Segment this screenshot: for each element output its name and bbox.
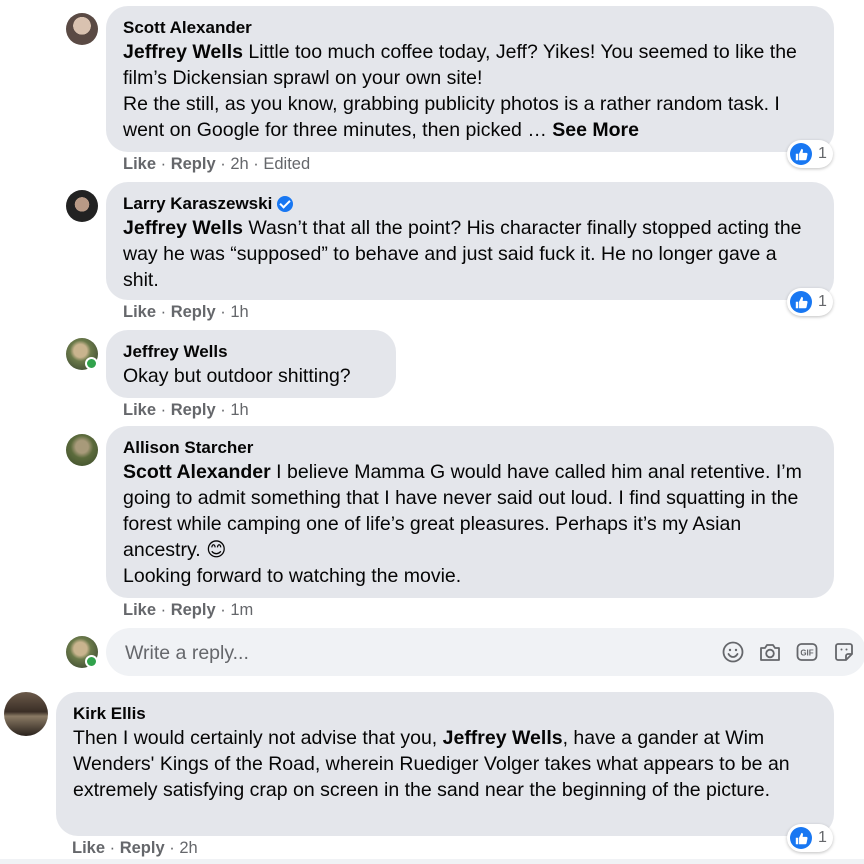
comment-bubble: Allison Starcher Scott Alexander I belie… — [106, 426, 834, 598]
comment-author-name[interactable]: Larry Karaszewski — [123, 193, 272, 215]
reaction-number: 1 — [818, 145, 827, 162]
like-button[interactable]: Like — [123, 155, 156, 173]
comment-author[interactable]: Jeffrey Wells — [123, 341, 379, 363]
reply-button[interactable]: Reply — [171, 303, 216, 321]
thumbs-up-icon — [790, 827, 812, 849]
comment-meta: Like · Reply · 2h · Edited — [123, 155, 311, 173]
like-button[interactable]: Like — [123, 303, 156, 321]
comment-author: Larry Karaszewski — [123, 193, 817, 215]
timestamp[interactable]: 1m — [230, 601, 253, 619]
reaction-count[interactable]: 1 — [787, 288, 833, 316]
reaction-number: 1 — [818, 829, 827, 846]
camera-icon[interactable] — [758, 640, 782, 664]
like-button[interactable]: Like — [123, 401, 156, 419]
online-status-icon — [85, 357, 98, 370]
comment-text: Jeffrey Wells Wasn’t that all the point?… — [123, 215, 817, 293]
svg-text:GIF: GIF — [800, 649, 813, 658]
reply-button[interactable]: Reply — [171, 401, 216, 419]
comment-body: Then I would certainly not advise that y… — [73, 727, 443, 749]
gif-icon[interactable]: GIF — [795, 640, 819, 664]
avatar[interactable] — [66, 13, 98, 45]
comment-author[interactable]: Allison Starcher — [123, 437, 817, 459]
sticker-icon[interactable] — [832, 640, 856, 664]
reply-button[interactable]: Reply — [171, 155, 216, 173]
comment-text: Then I would certainly not advise that y… — [73, 725, 817, 803]
comment-text: Scott Alexander I believe Mamma G would … — [123, 459, 817, 589]
timestamp[interactable]: 2h — [179, 839, 197, 857]
reply-button[interactable]: Reply — [120, 839, 165, 857]
like-button[interactable]: Like — [123, 601, 156, 619]
comment-text: Okay but outdoor shitting? — [123, 365, 351, 387]
reply-input[interactable] — [123, 628, 687, 678]
current-user-avatar[interactable] — [66, 636, 98, 668]
emoji-icon[interactable] — [721, 640, 745, 664]
comment-meta: Like · Reply · 1m — [123, 601, 254, 619]
comment-bubble: Scott Alexander Jeffrey Wells Little too… — [106, 6, 834, 152]
timestamp[interactable]: 1h — [230, 303, 248, 321]
avatar[interactable] — [4, 692, 48, 736]
online-status-icon — [85, 655, 98, 668]
mention-link[interactable]: Scott Alexander — [123, 461, 271, 483]
comment-bubble: Kirk Ellis Then I would certainly not ad… — [56, 692, 834, 836]
divider — [0, 859, 864, 864]
reaction-number: 1 — [818, 293, 827, 310]
like-button[interactable]: Like — [72, 839, 105, 857]
thumbs-up-icon — [790, 291, 812, 313]
comment-author[interactable]: Scott Alexander — [123, 17, 817, 39]
comment-meta: Like · Reply · 1h — [123, 303, 249, 321]
thumbs-up-icon — [790, 143, 812, 165]
reaction-count[interactable]: 1 — [787, 140, 833, 168]
reply-button[interactable]: Reply — [171, 601, 216, 619]
comment-bubble: Larry Karaszewski Jeffrey Wells Wasn’t t… — [106, 182, 834, 300]
verified-badge-icon — [277, 196, 294, 212]
edited-label: Edited — [263, 155, 311, 173]
avatar[interactable] — [66, 434, 98, 466]
timestamp[interactable]: 2h — [230, 155, 248, 173]
timestamp[interactable]: 1h — [230, 401, 248, 419]
mention-link[interactable]: Jeffrey Wells — [443, 727, 563, 749]
comment-meta: Like · Reply · 2h — [72, 839, 198, 857]
reply-composer[interactable]: GIF — [106, 628, 864, 678]
comment-bubble: Jeffrey Wells Okay but outdoor shitting? — [106, 330, 396, 398]
see-more-link[interactable]: See More — [552, 119, 639, 141]
avatar[interactable] — [66, 338, 98, 370]
avatar[interactable] — [66, 190, 98, 222]
comment-author[interactable]: Kirk Ellis — [73, 703, 817, 725]
mention-link[interactable]: Jeffrey Wells — [123, 217, 243, 239]
comment-meta: Like · Reply · 1h — [123, 401, 249, 419]
reaction-count[interactable]: 1 — [787, 824, 833, 852]
mention-link[interactable]: Jeffrey Wells — [123, 41, 243, 63]
comment-text: Jeffrey Wells Little too much coffee tod… — [123, 39, 817, 143]
